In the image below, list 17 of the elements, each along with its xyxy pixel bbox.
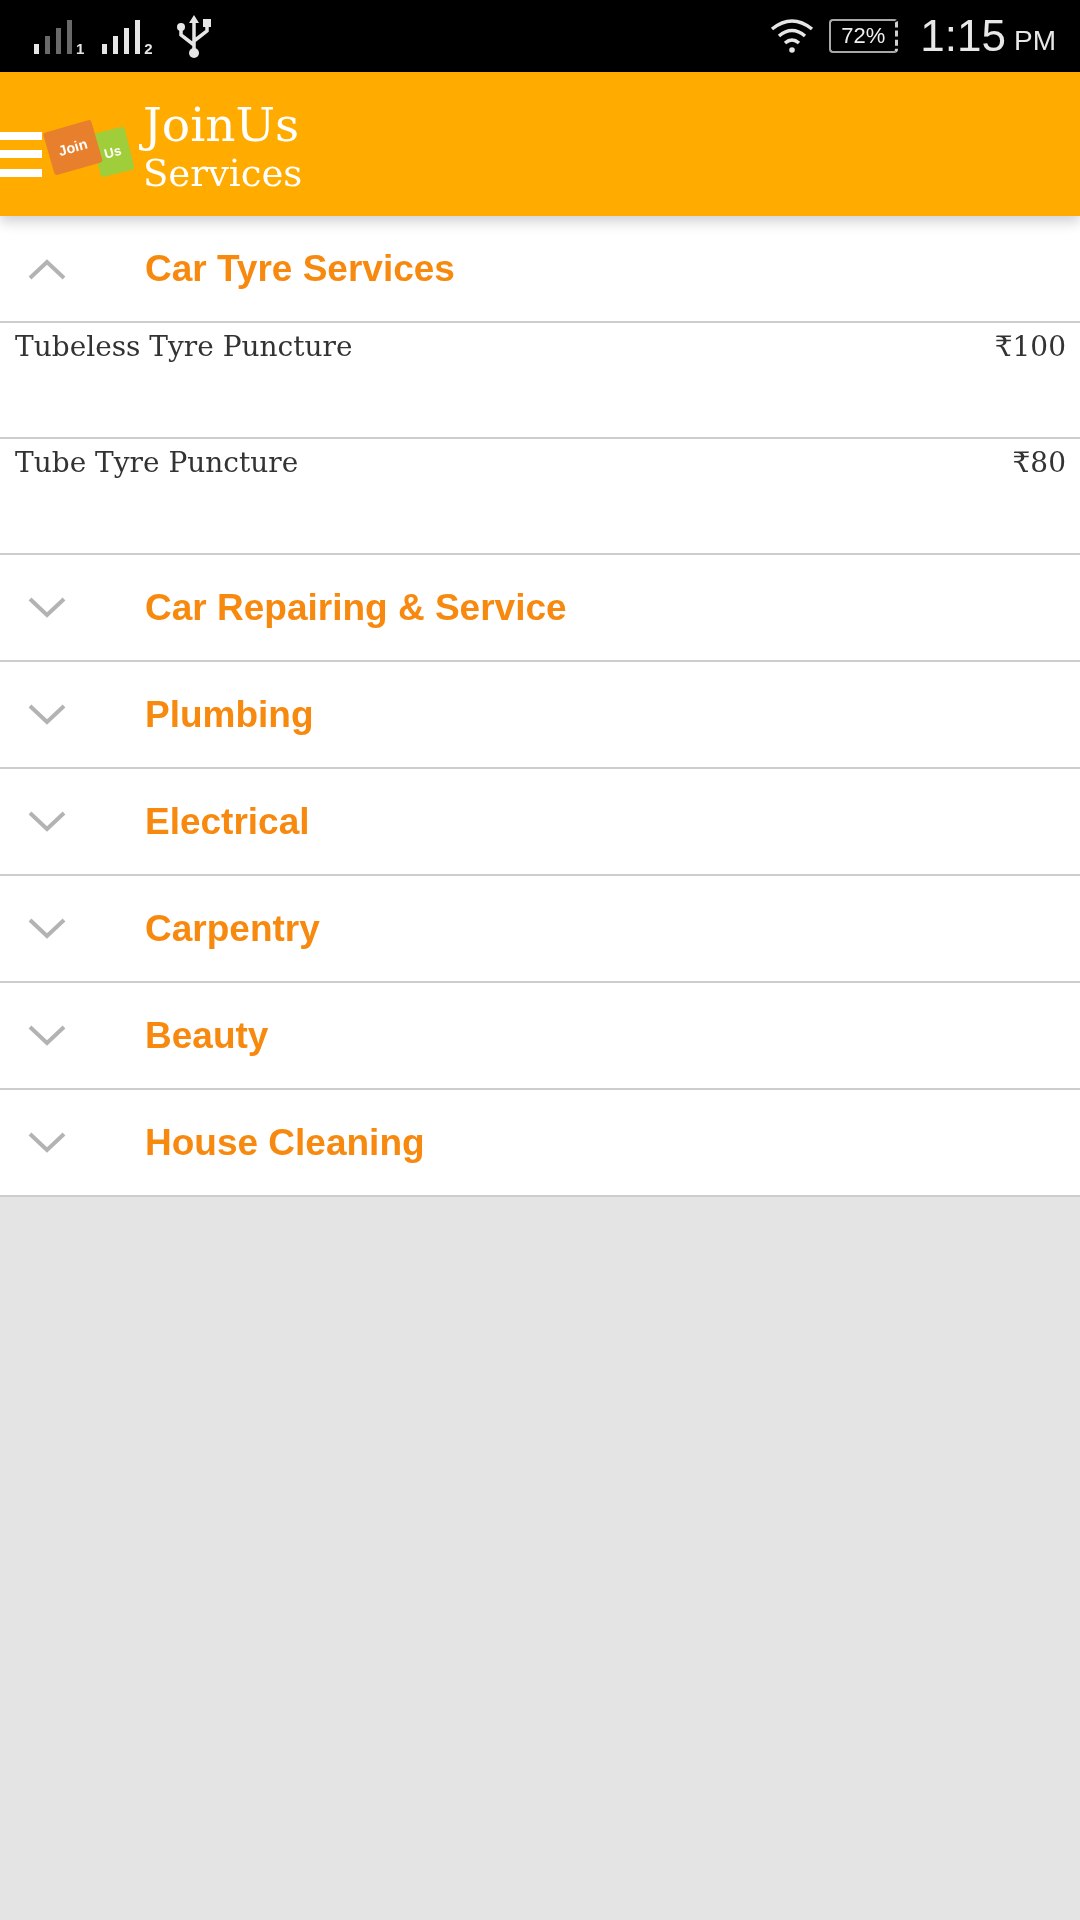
service-name: Tube Tyre Puncture — [15, 445, 299, 481]
sim-label: 2 — [144, 41, 153, 56]
service-price: ₹80 — [1012, 445, 1066, 481]
app-subtitle: Services — [143, 152, 303, 196]
battery-indicator: 72% — [829, 19, 899, 53]
menu-icon[interactable] — [0, 132, 42, 178]
logo-text: Us — [102, 142, 123, 162]
wifi-icon — [769, 19, 816, 53]
signal-icon — [34, 20, 74, 54]
sim-label: 1 — [76, 41, 85, 56]
logo-text: Join — [56, 135, 90, 160]
signal-icon — [102, 20, 143, 54]
clock-time: 1:15 — [920, 11, 1006, 61]
service-price: ₹100 — [994, 329, 1066, 365]
service-name: Tubeless Tyre Puncture — [15, 329, 353, 365]
usb-icon — [174, 13, 213, 59]
clock-period: PM — [1014, 25, 1056, 57]
